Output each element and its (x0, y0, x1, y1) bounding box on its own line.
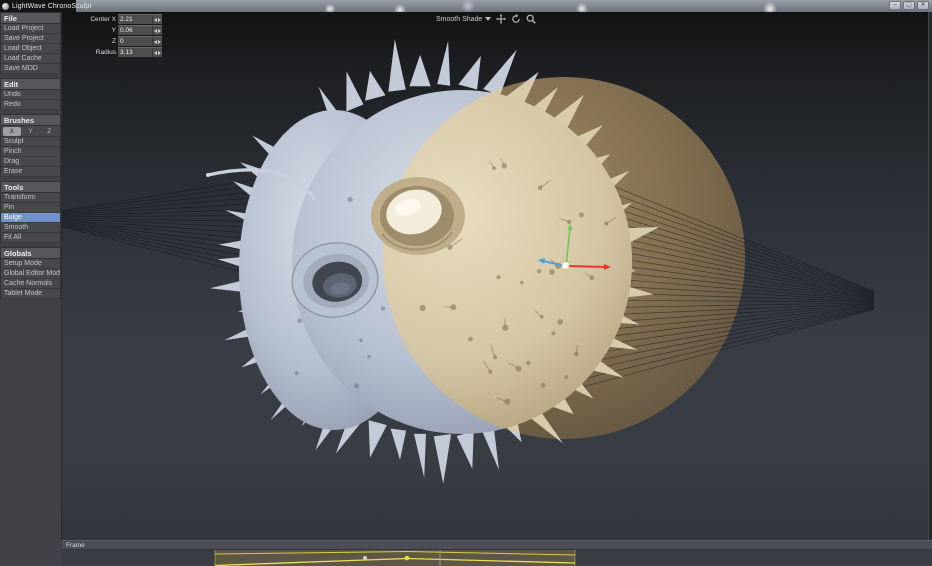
timeline-track[interactable] (62, 550, 932, 566)
sidebar-item-drag[interactable]: Drag (1, 157, 60, 167)
frame-label: Frame (66, 542, 85, 549)
sidebar-section-file: File Load Project Save Project Load Obje… (0, 12, 61, 74)
shading-mode-dropdown[interactable]: Smooth Shade (436, 16, 491, 23)
center-x-stepper[interactable] (152, 15, 162, 24)
field-label-y: Y (78, 27, 118, 34)
maximize-button[interactable]: ▢ (903, 1, 915, 10)
center-z-stepper[interactable] (152, 37, 162, 46)
sidebar-header-file: File (1, 13, 60, 24)
gizmo-center-handle[interactable] (562, 262, 569, 269)
sidebar-item-redo[interactable]: Redo (1, 100, 60, 110)
sidebar: File Load Project Save Project Load Obje… (0, 12, 62, 566)
sidebar-item-erase[interactable]: Erase (1, 167, 60, 177)
bottom-left-panel (0, 540, 62, 566)
keyframe-dot-active[interactable] (405, 556, 410, 561)
center-z-field[interactable]: 0 (118, 36, 162, 46)
sidebar-item-load-cache[interactable]: Load Cache (1, 54, 60, 64)
pan-icon[interactable] (496, 14, 506, 24)
timeline-envelope[interactable] (62, 550, 932, 566)
axis-y-button[interactable]: Y (22, 127, 40, 136)
sidebar-item-undo[interactable]: Undo (1, 90, 60, 100)
sidebar-item-tablet-mode[interactable]: Tablet Mode (1, 289, 60, 299)
sidebar-header-tools: Tools (1, 182, 60, 193)
sidebar-item-save-project[interactable]: Save Project (1, 34, 60, 44)
fish-eye (371, 177, 465, 255)
close-button[interactable]: ✕ (917, 1, 929, 10)
sidebar-item-global-editor-mode[interactable]: Global Editor Mode (1, 269, 60, 279)
center-y-field[interactable]: 0.06 (118, 25, 162, 35)
zoom-icon[interactable] (526, 14, 536, 24)
sidebar-item-cache-normals[interactable]: Cache Normals (1, 279, 60, 289)
app-icon (2, 3, 9, 10)
brush-parameters-panel: Center X 2.21 Y 0.06 Z 0 (78, 14, 162, 58)
sidebar-header-globals: Globals (1, 248, 60, 259)
center-x-field[interactable]: 2.21 (118, 14, 162, 24)
radius-field[interactable]: 3.13 (118, 47, 162, 57)
sidebar-section-globals: Globals Setup Mode Global Editor Mode Ca… (0, 247, 61, 299)
sidebar-header-edit: Edit (1, 79, 60, 90)
sidebar-item-transform[interactable]: Transform (1, 193, 60, 203)
viewport-toolbar: Smooth Shade (436, 14, 536, 24)
sidebar-item-sculpt[interactable]: Sculpt (1, 137, 60, 147)
viewport-3d[interactable]: Center X 2.21 Y 0.06 Z 0 (62, 12, 932, 540)
sidebar-item-pin[interactable]: Pin (1, 203, 60, 213)
sidebar-item-setup-mode[interactable]: Setup Mode (1, 259, 60, 269)
sidebar-item-fit-all[interactable]: Fit All (1, 233, 60, 243)
sidebar-header-brushes: Brushes (1, 115, 60, 126)
sidebar-item-save-mdd[interactable]: Save MDD (1, 64, 60, 74)
center-y-stepper[interactable] (152, 26, 162, 35)
rotate-icon[interactable] (511, 14, 521, 24)
gizmo-x-axis[interactable] (566, 266, 606, 267)
minimize-button[interactable]: – (889, 1, 901, 10)
shading-mode-label: Smooth Shade (436, 16, 482, 23)
field-label-radius: Radius (78, 49, 118, 56)
title-bar-app-area: LightWave ChronoSculpt (0, 0, 76, 12)
title-bar: LightWave ChronoSculpt – ▢ ✕ (0, 0, 932, 12)
sidebar-section-brushes: Brushes X Y Z Sculpt Pinch Drag Erase (0, 114, 61, 177)
radius-stepper[interactable] (152, 48, 162, 57)
sidebar-section-edit: Edit Undo Redo (0, 78, 61, 110)
field-label-z: Z (78, 38, 118, 45)
sidebar-item-smooth[interactable]: Smooth (1, 223, 60, 233)
sidebar-section-tools: Tools Transform Pin Bulge Smooth Fit All (0, 181, 61, 243)
frame-panel-header: Frame (62, 540, 932, 550)
keyframe-dot-inactive[interactable] (363, 556, 367, 560)
app-window: LightWave ChronoSculpt – ▢ ✕ File Load P… (0, 0, 932, 566)
brush-axis-row: X Y Z (1, 126, 60, 137)
chevron-down-icon (485, 17, 491, 21)
viewport-canvas[interactable] (62, 12, 932, 540)
field-label-center-x: Center X (78, 16, 118, 23)
sidebar-item-bulge[interactable]: Bulge (1, 213, 60, 223)
axis-z-button[interactable]: Z (40, 127, 58, 136)
sidebar-item-load-object[interactable]: Load Object (1, 44, 60, 54)
viewport-scrollbar[interactable] (928, 12, 932, 540)
sidebar-item-pinch[interactable]: Pinch (1, 147, 60, 157)
axis-x-button[interactable]: X (3, 127, 21, 136)
sidebar-item-load-project[interactable]: Load Project (1, 24, 60, 34)
window-title: LightWave ChronoSculpt (12, 3, 91, 10)
